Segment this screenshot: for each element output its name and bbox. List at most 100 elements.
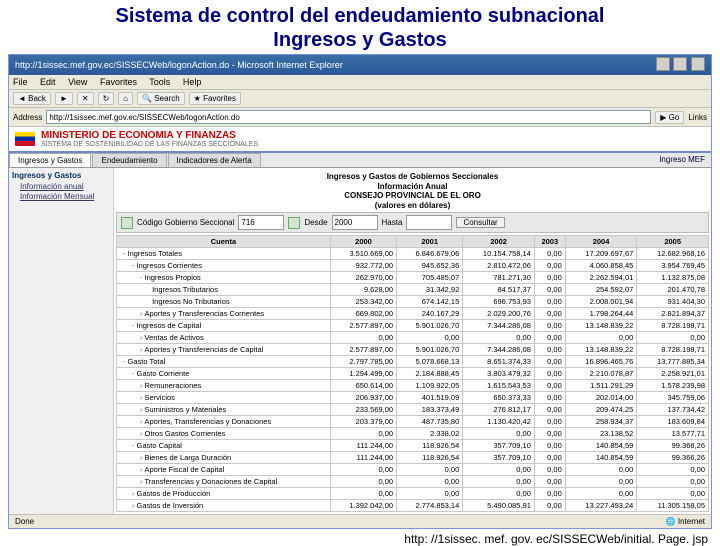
value-cell: 0,00	[463, 428, 535, 440]
links-label[interactable]: Links	[688, 113, 707, 122]
account-label[interactable]: ›Aporte Fiscal de Capital	[117, 464, 331, 476]
table-row: ›Aportes y Transferencias Corrientes669.…	[117, 308, 709, 320]
value-cell: 669.802,00	[330, 308, 396, 320]
favorites-button[interactable]: ★ Favorites	[189, 92, 241, 105]
window-buttons	[655, 57, 705, 73]
menu-view[interactable]: View	[68, 77, 87, 87]
account-label[interactable]: ›Aportes y Transferencias de Capital	[117, 344, 331, 356]
toolbar: ◄ Back ► ✕ ↻ ⌂ 🔍 Search ★ Favorites	[9, 90, 711, 108]
value-cell: 0,00	[534, 500, 565, 512]
value-cell: 5.901.026,70	[397, 320, 463, 332]
data-table: Cuenta200020012002200320042005 -Ingresos…	[116, 235, 709, 512]
value-cell: 931.404,30	[637, 296, 709, 308]
link-ingreso-mef[interactable]: Ingreso MEF	[653, 153, 711, 167]
account-label[interactable]: ›Remuneraciones	[117, 380, 331, 392]
home-button[interactable]: ⌂	[118, 92, 133, 105]
account-label[interactable]: ›Transferencias y Donaciones de Capital	[117, 476, 331, 488]
value-cell: 0,00	[534, 296, 565, 308]
value-cell: 0,00	[565, 464, 637, 476]
value-cell: 2.577.897,00	[330, 344, 396, 356]
value-cell: 233.569,00	[330, 404, 396, 416]
value-cell: 0,00	[463, 332, 535, 344]
value-cell: 111.244,00	[330, 440, 396, 452]
ministry-text: MINISTERIO DE ECONOMIA Y FINANZAS SISTEM…	[41, 130, 258, 148]
value-cell: 0,00	[534, 488, 565, 500]
account-label[interactable]: Ingresos No Tributarios	[117, 296, 331, 308]
account-label[interactable]: ›Ventas de Activos	[117, 332, 331, 344]
consultar-button[interactable]: Consultar	[456, 217, 504, 228]
value-cell: 1.130.420,42	[463, 416, 535, 428]
address-input[interactable]	[46, 110, 651, 124]
sidebar-item-anual[interactable]: Información anual	[20, 182, 110, 191]
value-cell: 0,00	[534, 356, 565, 368]
desde-input[interactable]	[332, 215, 378, 230]
minimize-button[interactable]	[656, 57, 670, 71]
value-cell: 209.474,25	[565, 404, 637, 416]
sidebar-item-mensual[interactable]: Información Mensual	[20, 192, 110, 201]
value-cell: 2.008.001,94	[565, 296, 637, 308]
value-cell: 401.519,09	[397, 392, 463, 404]
account-label[interactable]: ›Gastos de Producción	[117, 488, 331, 500]
value-cell: 0,00	[397, 476, 463, 488]
value-cell: 2.577.897,00	[330, 320, 396, 332]
account-label[interactable]: -Gasto Total	[117, 356, 331, 368]
account-label[interactable]: ›Gastos de Inversión	[117, 500, 331, 512]
table-row: -Ingresos Propios262.970,00705.485,07781…	[117, 272, 709, 284]
forward-button[interactable]: ►	[55, 92, 73, 105]
search-button[interactable]: 🔍 Search	[137, 92, 185, 105]
account-label[interactable]: Ingresos Tributarios	[117, 284, 331, 296]
value-cell: 201.470,78	[637, 284, 709, 296]
account-label[interactable]: ›Otros Gastos Corrientes	[117, 428, 331, 440]
tab-endeudamiento[interactable]: Endeudamiento	[92, 153, 166, 167]
value-cell: 0,00	[463, 464, 535, 476]
menu-favorites[interactable]: Favorites	[100, 77, 137, 87]
stop-button[interactable]: ✕	[77, 92, 94, 105]
account-label[interactable]: -Ingresos de Capital	[117, 320, 331, 332]
menu-help[interactable]: Help	[183, 77, 202, 87]
status-zone: 🌐 Internet	[666, 517, 705, 526]
value-cell: 6.846.679,06	[397, 248, 463, 260]
col-header: 2003	[534, 236, 565, 248]
account-label[interactable]: ›Bienes de Larga Duración	[117, 452, 331, 464]
window-title: http://1sissec.mef.gov.ec/SISSECWeb/logo…	[15, 60, 343, 70]
value-cell: 650.614,00	[330, 380, 396, 392]
account-label[interactable]: ›Servicios	[117, 392, 331, 404]
close-button[interactable]	[691, 57, 705, 71]
value-cell: 183.609,84	[637, 416, 709, 428]
codigo-input[interactable]	[238, 215, 284, 230]
account-label[interactable]: -Ingresos Totales	[117, 248, 331, 260]
value-cell: 1.615.543,53	[463, 380, 535, 392]
refresh-button[interactable]: ↻	[98, 92, 115, 105]
tab-indicadores[interactable]: Indicadores de Alerta	[168, 153, 261, 167]
hasta-input[interactable]	[406, 215, 452, 230]
go-button[interactable]: ▶ Go	[655, 111, 684, 124]
menu-edit[interactable]: Edit	[40, 77, 56, 87]
menu-file[interactable]: File	[13, 77, 28, 87]
value-cell: 0,00	[637, 332, 709, 344]
account-label[interactable]: ›Aportes, Transferencias y Donaciones	[117, 416, 331, 428]
account-label[interactable]: ›Aportes y Transferencias Corrientes	[117, 308, 331, 320]
table-row: ›Suministros y Materiales233.569,00183.3…	[117, 404, 709, 416]
value-cell: 0,00	[534, 380, 565, 392]
menu-tools[interactable]: Tools	[149, 77, 170, 87]
table-row: ›Servicios206.937,00401.519,09650.373,33…	[117, 392, 709, 404]
table-row: ›Aportes y Transferencias de Capital2.57…	[117, 344, 709, 356]
account-label[interactable]: ›Suministros y Materiales	[117, 404, 331, 416]
value-cell: 118.926,54	[397, 452, 463, 464]
table-row: ›Ventas de Activos0,000,000,000,000,000,…	[117, 332, 709, 344]
maximize-button[interactable]	[673, 57, 687, 71]
value-cell: 2.029.200,76	[463, 308, 535, 320]
back-button[interactable]: ◄ Back	[13, 92, 51, 105]
value-cell: 0,00	[534, 308, 565, 320]
value-cell: 8.728.198,71	[637, 344, 709, 356]
account-label[interactable]: -Gasto Capital	[117, 440, 331, 452]
value-cell: 0,00	[397, 488, 463, 500]
account-label[interactable]: -Ingresos Propios	[117, 272, 331, 284]
tab-ingresos-gastos[interactable]: Ingresos y Gastos	[9, 153, 91, 167]
value-cell: 0,00	[330, 476, 396, 488]
value-cell: 1.392.042,00	[330, 500, 396, 512]
account-label[interactable]: -Gasto Corriente	[117, 368, 331, 380]
report-header: Ingresos y Gastos de Gobiernos Seccional…	[116, 172, 709, 210]
table-row: -Ingresos de Capital2.577.897,005.901.02…	[117, 320, 709, 332]
account-label[interactable]: -Ingresos Corrientes	[117, 260, 331, 272]
